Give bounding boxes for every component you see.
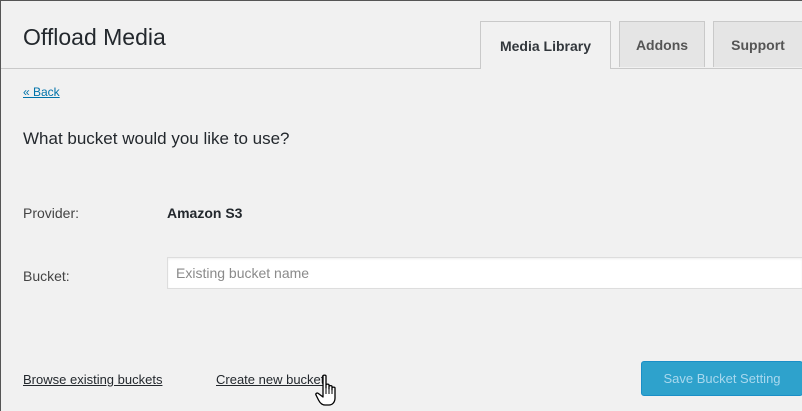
- provider-value: Amazon S3: [167, 205, 243, 221]
- tab-support[interactable]: Support: [713, 21, 802, 67]
- page-title: Offload Media: [23, 24, 166, 50]
- bucket-label: Bucket:: [23, 268, 70, 284]
- tab-addons[interactable]: Addons: [619, 21, 705, 67]
- provider-label: Provider:: [23, 205, 80, 221]
- save-bucket-setting-button[interactable]: Save Bucket Setting: [641, 361, 802, 396]
- tab-media-library[interactable]: Media Library: [480, 21, 611, 69]
- create-new-bucket-link[interactable]: Create new bucket: [216, 372, 324, 387]
- back-link[interactable]: « Back: [23, 85, 60, 99]
- page-header: Offload Media Media Library Addons Suppo…: [1, 1, 802, 69]
- bucket-question: What bucket would you like to use?: [23, 129, 290, 148]
- browse-existing-buckets-link[interactable]: Browse existing buckets: [23, 372, 162, 387]
- hand-pointer-icon: [315, 374, 336, 406]
- plugin-settings-window: Offload Media Media Library Addons Suppo…: [0, 0, 802, 411]
- bucket-name-input[interactable]: [167, 257, 802, 289]
